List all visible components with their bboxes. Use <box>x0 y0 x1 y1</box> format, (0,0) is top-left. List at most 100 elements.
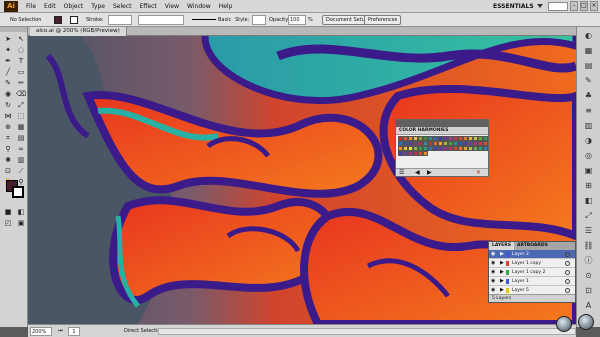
target-circle-icon[interactable] <box>565 288 570 293</box>
harmony-swatch[interactable] <box>423 151 428 156</box>
brush-basic-label[interactable]: Basic <box>218 15 231 25</box>
menu-type[interactable]: Type <box>87 0 109 13</box>
rectangle-tool-icon[interactable]: ▭ <box>15 67 27 77</box>
target-circle-icon[interactable] <box>565 252 570 257</box>
appearance-icon[interactable]: ◎ <box>582 150 596 162</box>
first-artboard-icon[interactable]: ⏮ <box>56 327 65 336</box>
tab-layers[interactable]: LAYERS <box>489 242 514 250</box>
graphic-styles-icon[interactable]: ▣ <box>582 165 596 177</box>
previous-icon[interactable]: ◀ <box>415 169 420 177</box>
free-transform-tool-icon[interactable]: ⬚ <box>15 111 27 121</box>
target-circle-icon[interactable] <box>565 270 570 275</box>
color-panel-icon[interactable]: ◐ <box>582 30 596 42</box>
menu-file[interactable]: File <box>22 0 40 13</box>
layer-row[interactable]: ◉ ▶ Layer 1 copy <box>489 259 575 268</box>
menu-window[interactable]: Window <box>183 0 215 13</box>
magic-wand-tool-icon[interactable]: ✦ <box>2 45 14 55</box>
style-picker[interactable] <box>252 15 266 25</box>
stroke-color-swatch[interactable] <box>12 186 24 198</box>
eye-icon[interactable]: ◉ <box>491 250 495 259</box>
layer-row[interactable]: ◉ ▶ Layer 2 <box>489 250 575 259</box>
stroke-swatch[interactable] <box>70 16 78 24</box>
transparency-icon[interactable]: ◑ <box>582 135 596 147</box>
search-input[interactable] <box>548 2 568 11</box>
eye-icon[interactable]: ◉ <box>491 268 495 277</box>
line-tool-icon[interactable]: ╱ <box>2 67 14 77</box>
fill-swatch[interactable] <box>54 16 62 24</box>
layer-row[interactable]: ◉ ▶ Layer 1 <box>489 277 575 286</box>
symbol-sprayer-tool-icon[interactable]: ✺ <box>2 155 14 165</box>
horizontal-scrollbar[interactable] <box>158 328 576 335</box>
zoom-field[interactable]: 200% <box>30 327 52 336</box>
slice-tool-icon[interactable]: ⟋ <box>15 166 27 176</box>
shape-builder-tool-icon[interactable]: ⊕ <box>2 122 14 132</box>
menu-help[interactable]: Help <box>215 0 237 13</box>
gradient-mode-icon[interactable]: ◧ <box>15 207 27 217</box>
delete-icon[interactable]: ✕ <box>476 169 481 177</box>
rotate-tool-icon[interactable]: ↻ <box>2 100 14 110</box>
blob-brush-tool-icon[interactable]: ◉ <box>2 89 14 99</box>
artboard-number-field[interactable]: 1 <box>68 327 80 336</box>
align-icon[interactable]: ⊞ <box>582 180 596 192</box>
gradient-tool-icon[interactable]: ▤ <box>15 133 27 143</box>
transform-icon[interactable]: ⤢ <box>582 210 596 222</box>
fill-stroke-widget[interactable] <box>6 180 24 198</box>
menu-view[interactable]: View <box>161 0 183 13</box>
pen-tool-icon[interactable]: ✒ <box>2 56 14 66</box>
close-icon[interactable]: × <box>590 1 598 11</box>
blend-tool-icon[interactable]: ∞ <box>15 144 27 154</box>
stroke-panel-icon[interactable]: ≡ <box>582 105 596 117</box>
hand-overlay-icon[interactable] <box>578 314 594 330</box>
harmony-swatch[interactable] <box>483 146 488 151</box>
pencil-tool-icon[interactable]: ✏ <box>15 78 27 88</box>
tab-artboards[interactable]: ARTBOARDS <box>514 242 551 250</box>
workspace-switcher[interactable]: ESSENTIALS <box>493 0 534 13</box>
target-circle-icon[interactable] <box>565 279 570 284</box>
direct-selection-tool-icon[interactable]: ↖ <box>15 34 27 44</box>
menu-object[interactable]: Object <box>60 0 88 13</box>
links-icon[interactable]: ⛓ <box>582 240 596 252</box>
opacity-field[interactable]: 100 <box>288 15 306 25</box>
eye-icon[interactable]: ◉ <box>491 259 495 268</box>
eraser-tool-icon[interactable]: ⌫ <box>15 89 27 99</box>
variable-width-field[interactable] <box>138 15 184 25</box>
menu-edit[interactable]: Edit <box>40 0 60 13</box>
swatches-icon[interactable]: ▤ <box>582 60 596 72</box>
screen-mode-icon[interactable]: ▣ <box>15 218 27 228</box>
preferences-button[interactable]: Preferences <box>364 15 402 25</box>
target-circle-icon[interactable] <box>565 261 570 266</box>
paintbrush-tool-icon[interactable]: ✎ <box>2 78 14 88</box>
layers-icon[interactable]: ☰ <box>582 225 596 237</box>
navigator-icon[interactable]: ⊙ <box>582 270 596 282</box>
navigate-icon[interactable] <box>556 316 572 332</box>
draw-normal-icon[interactable]: ◰ <box>2 218 14 228</box>
color-mode-icon[interactable]: ■ <box>2 207 14 217</box>
layer-row[interactable]: ◉ ▶ Layer 1 copy 2 <box>489 268 575 277</box>
expand-triangle-icon[interactable]: ▶ <box>500 250 504 259</box>
color-guide-icon[interactable]: ▦ <box>582 45 596 57</box>
maximize-icon[interactable]: □ <box>580 1 588 11</box>
info-icon[interactable]: ⓘ <box>582 255 596 267</box>
width-tool-icon[interactable]: ⋈ <box>2 111 14 121</box>
chevron-down-icon[interactable] <box>537 4 543 8</box>
expand-triangle-icon[interactable]: ▶ <box>500 259 504 268</box>
menu-select[interactable]: Select <box>109 0 136 13</box>
document-tab[interactable]: alco.ai @ 200% (RGB/Preview) <box>30 27 127 36</box>
artboard-tool-icon[interactable]: ⊡ <box>2 166 14 176</box>
mesh-tool-icon[interactable]: ⌗ <box>2 133 14 143</box>
stroke-weight-field[interactable] <box>108 15 132 25</box>
eyedropper-tool-icon[interactable]: ⚲ <box>2 144 14 154</box>
artboards-icon[interactable]: ⊡ <box>582 285 596 297</box>
minimize-icon[interactable]: – <box>570 1 578 11</box>
lasso-tool-icon[interactable]: ◌ <box>15 45 27 55</box>
menu-effect[interactable]: Effect <box>136 0 161 13</box>
graph-tool-icon[interactable]: ▥ <box>15 155 27 165</box>
perspective-grid-tool-icon[interactable]: ▦ <box>15 122 27 132</box>
expand-triangle-icon[interactable]: ▶ <box>500 277 504 286</box>
next-icon[interactable]: ▶ <box>427 169 432 177</box>
scale-tool-icon[interactable]: ⤢ <box>15 100 27 110</box>
panel-titlebar[interactable] <box>396 120 488 127</box>
eye-icon[interactable]: ◉ <box>491 277 495 286</box>
pathfinder-icon[interactable]: ◧ <box>582 195 596 207</box>
symbols-icon[interactable]: ♣ <box>582 90 596 102</box>
